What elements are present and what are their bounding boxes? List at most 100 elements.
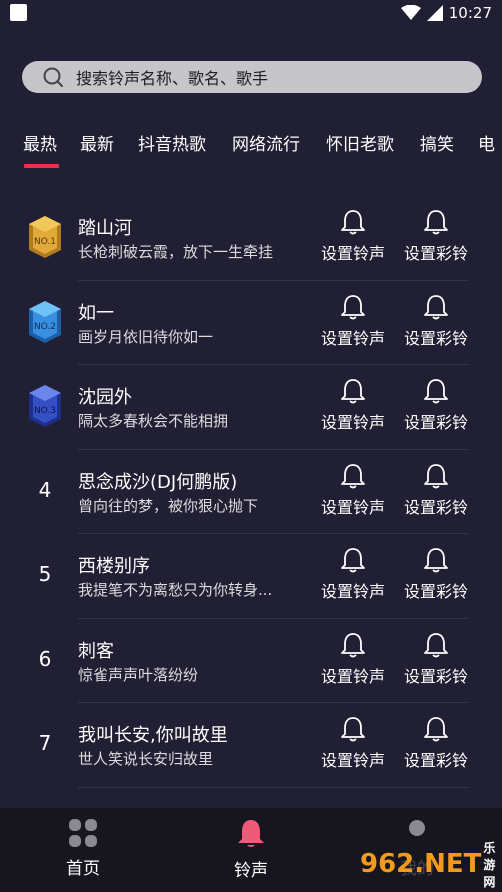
bell-icon: [424, 632, 448, 657]
list-item[interactable]: 4 思念成沙(DJ何鹏版) 曾向往的梦，被你狠心抛下 设置铃声 设置彩铃: [0, 450, 502, 534]
set-color-ring-button[interactable]: 设置彩铃: [401, 293, 471, 349]
bell-icon: [424, 294, 448, 319]
set-color-ring-label: 设置彩铃: [403, 751, 468, 770]
set-color-ring-button[interactable]: 设置彩铃: [401, 631, 471, 687]
song-subtitle: 惊雀声声叶落纷纷: [78, 665, 199, 684]
rank-number: 6: [38, 646, 52, 671]
set-color-ring-button[interactable]: 设置彩铃: [401, 462, 471, 518]
bell-icon: [341, 379, 365, 404]
set-color-ring-label: 设置彩铃: [403, 666, 468, 686]
song-title: 踏山河: [78, 218, 132, 239]
song-title: 我叫长安,你叫故里: [78, 725, 228, 746]
bell-icon: [424, 717, 448, 742]
rank-3-medal-icon: NO.3: [29, 385, 61, 427]
set-ringtone-button[interactable]: 设置铃声: [318, 208, 388, 264]
bell-icon: [238, 820, 264, 847]
set-color-ring-button[interactable]: 设置彩铃: [401, 377, 471, 433]
bell-icon: [424, 548, 448, 573]
set-color-ring-button[interactable]: 设置彩铃: [401, 208, 471, 264]
rank-number: 4: [38, 477, 52, 502]
bell-icon: [424, 210, 448, 235]
nav-home-label: 首页: [66, 859, 100, 879]
signal-icon: [426, 5, 443, 21]
set-ringtone-label: 设置铃声: [320, 328, 385, 348]
search-bar[interactable]: 搜索铃声名称、歌名、歌手: [22, 61, 482, 93]
rank-1-medal-icon: NO.1: [29, 216, 61, 258]
song-subtitle: 世人笑说长安归故里: [78, 750, 214, 768]
rank-2-label: NO.2: [34, 322, 56, 332]
watermark-text: 962.NET: [360, 849, 482, 879]
active-tab-indicator: [24, 164, 59, 168]
tab-popular[interactable]: 网络流行: [232, 130, 300, 155]
set-color-ring-label: 设置彩铃: [403, 582, 468, 601]
watermark-subtext: 乐游网: [483, 840, 496, 889]
list-item[interactable]: 5 西楼别序 我提笔不为离愁只为你转身... 设置铃声 设置彩铃: [0, 534, 502, 619]
nav-home[interactable]: 首页: [38, 818, 128, 879]
bell-icon: [424, 379, 448, 404]
tab-oldies[interactable]: 怀旧老歌: [326, 130, 394, 155]
category-tabs: 最热 最新 抖音热歌 网络流行 怀旧老歌 搞笑 电: [0, 128, 502, 170]
set-ringtone-button[interactable]: 设置铃声: [318, 546, 388, 602]
bell-icon: [341, 717, 365, 742]
status-right: 10:27: [400, 3, 492, 23]
nav-ringtones[interactable]: 铃声: [206, 818, 296, 881]
song-title: 沈园外: [78, 387, 132, 408]
set-ringtone-label: 设置铃声: [320, 413, 385, 432]
rank-1-label: NO.1: [34, 237, 56, 247]
bell-icon: [341, 632, 365, 657]
set-color-ring-button[interactable]: 设置彩铃: [401, 546, 471, 602]
nav-ringtones-label: 铃声: [234, 861, 268, 881]
grid-icon: [69, 819, 97, 847]
set-ringtone-label: 设置铃声: [320, 666, 385, 686]
list-item[interactable]: 6 刺客 惊雀声声叶落纷纷 设置铃声 设置彩铃: [0, 619, 502, 703]
notification-icon: [10, 4, 27, 21]
song-title: 刺客: [78, 640, 114, 662]
tab-more[interactable]: 电: [478, 130, 495, 155]
set-ringtone-label: 设置铃声: [320, 497, 385, 517]
set-ringtone-label: 设置铃声: [320, 582, 385, 601]
set-color-ring-label: 设置彩铃: [403, 244, 468, 263]
bell-icon: [341, 463, 365, 488]
song-subtitle: 隔太多春秋会不能相拥: [78, 412, 229, 430]
bell-icon: [424, 463, 448, 488]
tab-hot[interactable]: 最热: [23, 130, 57, 155]
set-ringtone-button[interactable]: 设置铃声: [318, 715, 388, 771]
rank-2-medal-icon: NO.2: [29, 300, 61, 343]
bell-icon: [341, 548, 365, 573]
set-color-ring-label: 设置彩铃: [403, 413, 468, 432]
bell-icon: [341, 210, 365, 235]
rank-number: 7: [38, 731, 52, 755]
tab-funny[interactable]: 搞笑: [420, 130, 454, 155]
set-ringtone-button[interactable]: 设置铃声: [318, 462, 388, 518]
list-item[interactable]: NO.2 如一 画岁月依旧待你如一 设置铃声 设置彩铃: [0, 281, 502, 365]
set-color-ring-label: 设置彩铃: [403, 328, 468, 348]
divider: [78, 786, 468, 788]
set-color-ring-label: 设置彩铃: [403, 497, 468, 517]
set-color-ring-button[interactable]: 设置彩铃: [401, 715, 471, 771]
list-item[interactable]: NO.1 踏山河 长枪刺破云霞，放下一生牵挂 设置铃声 设置彩铃: [0, 196, 502, 281]
song-subtitle: 我提笔不为离愁只为你转身...: [78, 581, 273, 599]
search-input[interactable]: 搜索铃声名称、歌名、歌手: [76, 65, 268, 89]
bell-icon: [341, 294, 365, 319]
set-ringtone-button[interactable]: 设置铃声: [318, 631, 388, 687]
watermark-logo: 962.NET 乐游网: [360, 840, 500, 889]
song-title: 西楼别序: [78, 556, 150, 577]
song-title: 思念成沙(DJ何鹏版): [78, 471, 238, 493]
tab-new[interactable]: 最新: [80, 130, 114, 155]
list-item[interactable]: NO.3 沈园外 隔太多春秋会不能相拥 设置铃声 设置彩铃: [0, 365, 502, 450]
song-subtitle: 长枪刺破云霞，放下一生牵挂: [78, 243, 274, 261]
rank-number: 5: [38, 562, 52, 586]
set-ringtone-label: 设置铃声: [320, 751, 385, 770]
song-title: 如一: [78, 302, 114, 324]
song-subtitle: 画岁月依旧待你如一: [78, 327, 214, 346]
tab-douyin[interactable]: 抖音热歌: [138, 130, 206, 155]
search-icon: [43, 67, 63, 87]
list-item[interactable]: 7 我叫长安,你叫故里 世人笑说长安归故里 设置铃声 设置彩铃: [0, 703, 502, 788]
set-ringtone-button[interactable]: 设置铃声: [318, 377, 388, 433]
rank-3-label: NO.3: [34, 406, 56, 416]
set-ringtone-button[interactable]: 设置铃声: [318, 293, 388, 349]
status-bar: 10:27: [0, 0, 502, 28]
set-ringtone-label: 设置铃声: [320, 244, 385, 263]
status-time: 10:27: [448, 4, 492, 22]
song-subtitle: 曾向往的梦，被你狠心抛下: [78, 496, 259, 515]
